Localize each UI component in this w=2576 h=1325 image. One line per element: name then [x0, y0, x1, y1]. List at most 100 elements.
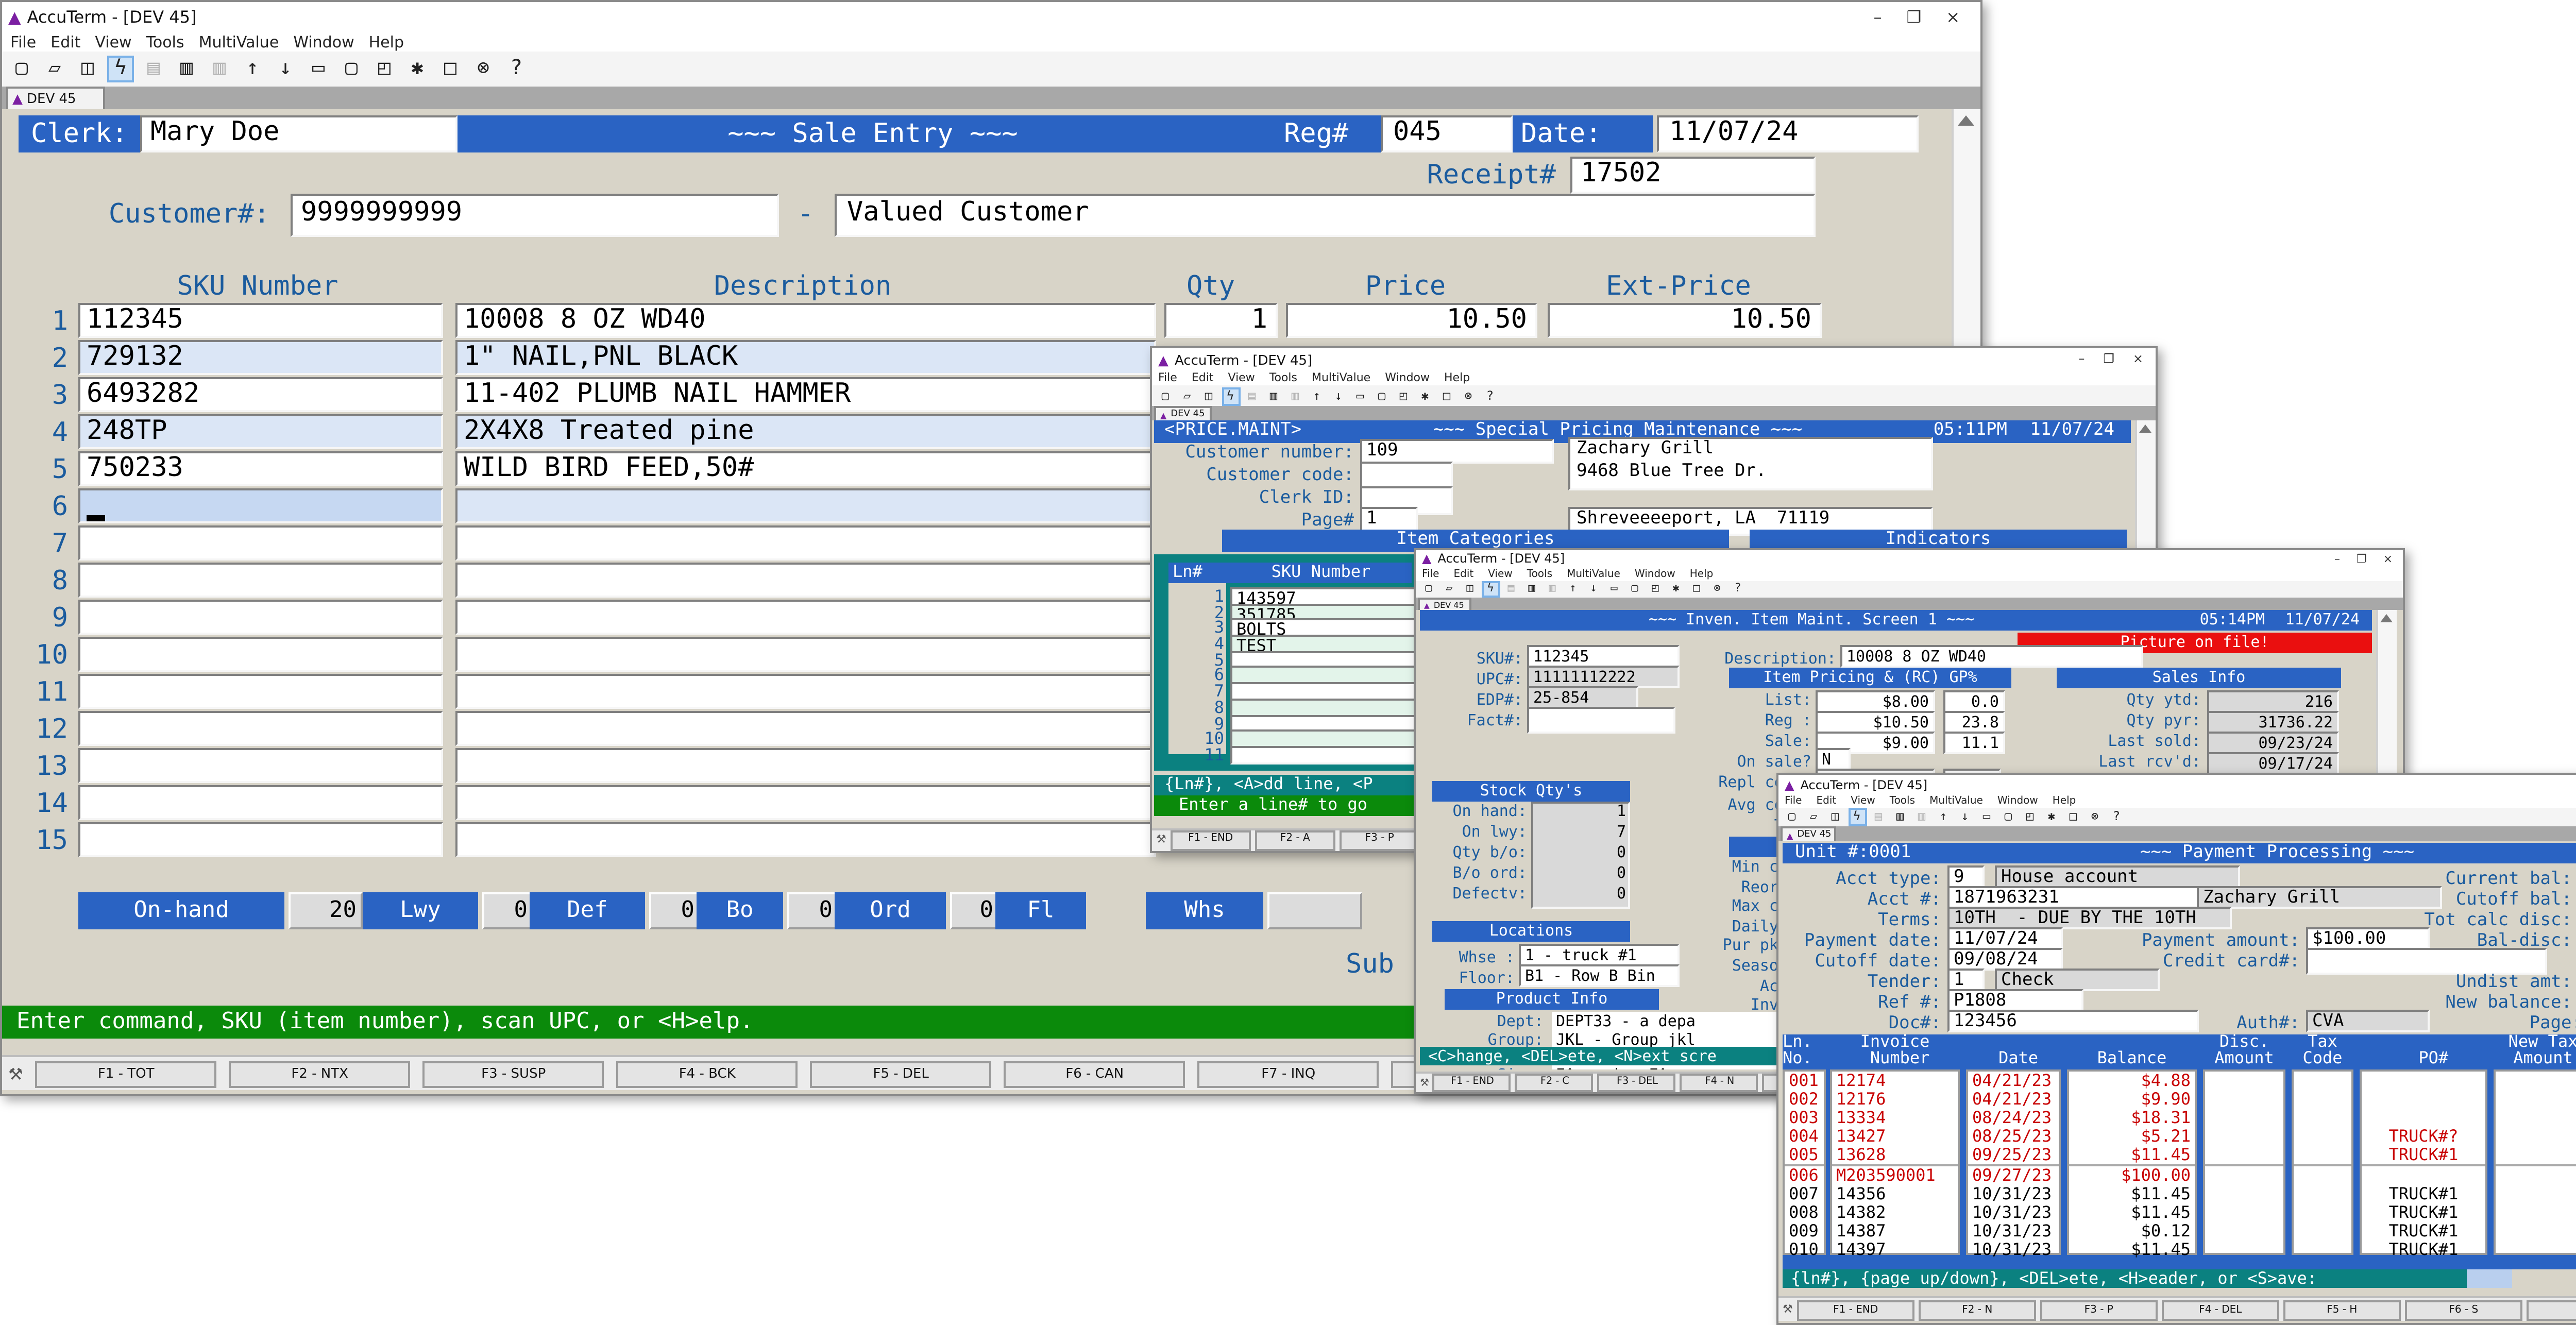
cell-invoice[interactable]: 12174: [1832, 1072, 1958, 1090]
description-input[interactable]: [455, 488, 1156, 523]
description-input[interactable]: [455, 637, 1156, 672]
cell-tax[interactable]: [2294, 1222, 2351, 1241]
tab-dev45[interactable]: ▲ DEV 45: [1418, 598, 1471, 611]
description-input[interactable]: 1" NAIL,PNL BLACK: [455, 340, 1156, 375]
fact-input[interactable]: [1527, 707, 1675, 734]
menu-item[interactable]: Tools: [1890, 795, 1915, 808]
new-file-icon[interactable]: ▢: [1783, 808, 1801, 826]
cell-invoice[interactable]: 14397: [1832, 1241, 1958, 1259]
cell-invoice[interactable]: 14387: [1832, 1222, 1958, 1241]
customer-name-input[interactable]: Valued Customer: [835, 194, 1816, 237]
cell-invoice[interactable]: M203590001: [1832, 1166, 1958, 1185]
menu-item[interactable]: View: [1228, 372, 1255, 384]
cell-disc[interactable]: [2205, 1185, 2283, 1203]
cell-disc[interactable]: [2205, 1109, 2283, 1127]
gp-input[interactable]: 0.0: [1943, 690, 2005, 712]
menu-item[interactable]: View: [1851, 795, 1875, 808]
download-icon[interactable]: ↓: [1329, 386, 1348, 405]
menu-item[interactable]: Tools: [1527, 569, 1552, 581]
new-file-icon[interactable]: ▢: [1420, 581, 1437, 598]
cell-invoice[interactable]: 12176: [1832, 1090, 1958, 1109]
ref-input[interactable]: P1808: [1947, 989, 2083, 1012]
new-file-icon[interactable]: ▢: [8, 56, 35, 82]
gp-input[interactable]: 11.1: [1943, 732, 2005, 753]
fkey-button[interactable]: F4 - BCK: [617, 1060, 798, 1087]
qty-input[interactable]: 1: [1164, 303, 1278, 338]
tab-dev45[interactable]: ▲ DEV 45: [1154, 406, 1212, 420]
fkey-button[interactable]: F5 - DEL: [810, 1060, 992, 1087]
clerk-input[interactable]: Mary Doe: [140, 115, 457, 152]
window-icon[interactable]: □: [1688, 581, 1705, 598]
description-input[interactable]: [455, 674, 1156, 709]
customer-number-input[interactable]: 9999999999: [291, 194, 779, 237]
connect-lightning-icon[interactable]: ϟ: [1848, 808, 1866, 826]
sku-input[interactable]: [78, 525, 443, 560]
menu-item[interactable]: View: [1488, 569, 1513, 581]
edp-input[interactable]: 25-854: [1527, 686, 1638, 709]
menu-item[interactable]: Help: [1444, 372, 1470, 384]
disk-drive-icon[interactable]: ▭: [305, 56, 332, 82]
cell-invoice[interactable]: 14356: [1832, 1185, 1958, 1203]
prompt-input[interactable]: [2467, 1269, 2512, 1288]
fkey-button[interactable]: F1 - END: [1797, 1299, 1914, 1320]
sku-input[interactable]: [78, 822, 443, 857]
save-icon[interactable]: ◫: [1826, 808, 1844, 826]
cell-tax[interactable]: [2294, 1166, 2351, 1185]
upload-icon[interactable]: ↑: [1934, 808, 1953, 826]
menu-item[interactable]: Help: [1690, 569, 1714, 581]
paste-icon[interactable]: ▥: [1286, 386, 1304, 405]
upload-icon[interactable]: ↑: [1308, 386, 1326, 405]
menu-item[interactable]: Edit: [1454, 569, 1474, 581]
product-value[interactable]: DEPT33 - a depa: [1552, 1012, 1787, 1029]
download-icon[interactable]: ↓: [1956, 808, 1974, 826]
close-icon[interactable]: ×: [2383, 554, 2393, 567]
cell-po[interactable]: [2362, 1072, 2485, 1090]
ext-price-input[interactable]: 10.50: [1548, 303, 1822, 338]
description-input[interactable]: [455, 563, 1156, 598]
tab-dev45[interactable]: ▲ DEV 45: [1781, 826, 1836, 841]
save-icon[interactable]: ◫: [74, 56, 101, 82]
cell-tax[interactable]: [2294, 1090, 2351, 1109]
script-icon[interactable]: ▢: [1999, 808, 2018, 826]
fkey-settings-icon[interactable]: ⚒: [1156, 835, 1166, 847]
description-input[interactable]: 2X4X8 Treated pine: [455, 414, 1156, 449]
window-icon[interactable]: □: [1437, 386, 1456, 405]
print-icon[interactable]: ▤: [140, 56, 167, 82]
capture-frame-icon[interactable]: ◰: [1394, 386, 1413, 405]
close-icon[interactable]: ×: [2133, 352, 2143, 367]
menu-item[interactable]: Tools: [1269, 372, 1297, 384]
description-input[interactable]: [455, 748, 1156, 783]
menu-item[interactable]: MultiValue: [1312, 372, 1370, 384]
fkey-button[interactable]: [2527, 1299, 2576, 1320]
connect-lightning-icon[interactable]: ϟ: [1221, 386, 1240, 405]
cell-disc[interactable]: [2205, 1222, 2283, 1241]
menu-item[interactable]: Window: [293, 33, 354, 52]
titlebar[interactable]: ▲ AccuTerm - [DEV 45]: [2, 2, 1980, 33]
menu-item[interactable]: View: [95, 33, 131, 52]
save-icon[interactable]: ◫: [1461, 581, 1479, 598]
tab-dev45[interactable]: ▲ DEV 45: [6, 87, 105, 109]
help-icon[interactable]: ?: [2107, 808, 2126, 826]
menu-item[interactable]: Help: [369, 33, 404, 52]
titlebar[interactable]: ▲ AccuTerm - [DEV 45]: [1778, 775, 2576, 795]
floor-input[interactable]: B1 - Row B Bin: [1519, 964, 1680, 987]
whse-input[interactable]: 1 - truck #1: [1519, 944, 1680, 966]
description-input[interactable]: 11-402 PLUMB NAIL HAMMER: [455, 377, 1156, 412]
cell-po[interactable]: TRUCK#1: [2362, 1222, 2485, 1241]
sku-input[interactable]: [78, 785, 443, 820]
fkey-button[interactable]: F3 - DEL: [1598, 1074, 1676, 1092]
fkey-button[interactable]: F4 - N: [1681, 1074, 1759, 1092]
paste-icon[interactable]: ▥: [206, 56, 233, 82]
fkey-button[interactable]: F2 - NTX: [229, 1060, 411, 1087]
copy-icon[interactable]: ▥: [1891, 808, 1909, 826]
cell-tax[interactable]: [2294, 1072, 2351, 1090]
menu-item[interactable]: Help: [2053, 795, 2076, 808]
settings-gear-icon[interactable]: ✱: [1416, 386, 1434, 405]
menu-item[interactable]: MultiValue: [1929, 795, 1983, 808]
payment-date-input[interactable]: 11/07/24: [1947, 927, 2063, 950]
disconnect-icon[interactable]: ⊗: [1459, 386, 1478, 405]
script-icon[interactable]: ▢: [1372, 386, 1391, 405]
disk-drive-icon[interactable]: ▭: [1977, 808, 1996, 826]
cell-tax[interactable]: [2294, 1146, 2351, 1166]
fkey-button[interactable]: F4 - DEL: [2162, 1299, 2279, 1320]
